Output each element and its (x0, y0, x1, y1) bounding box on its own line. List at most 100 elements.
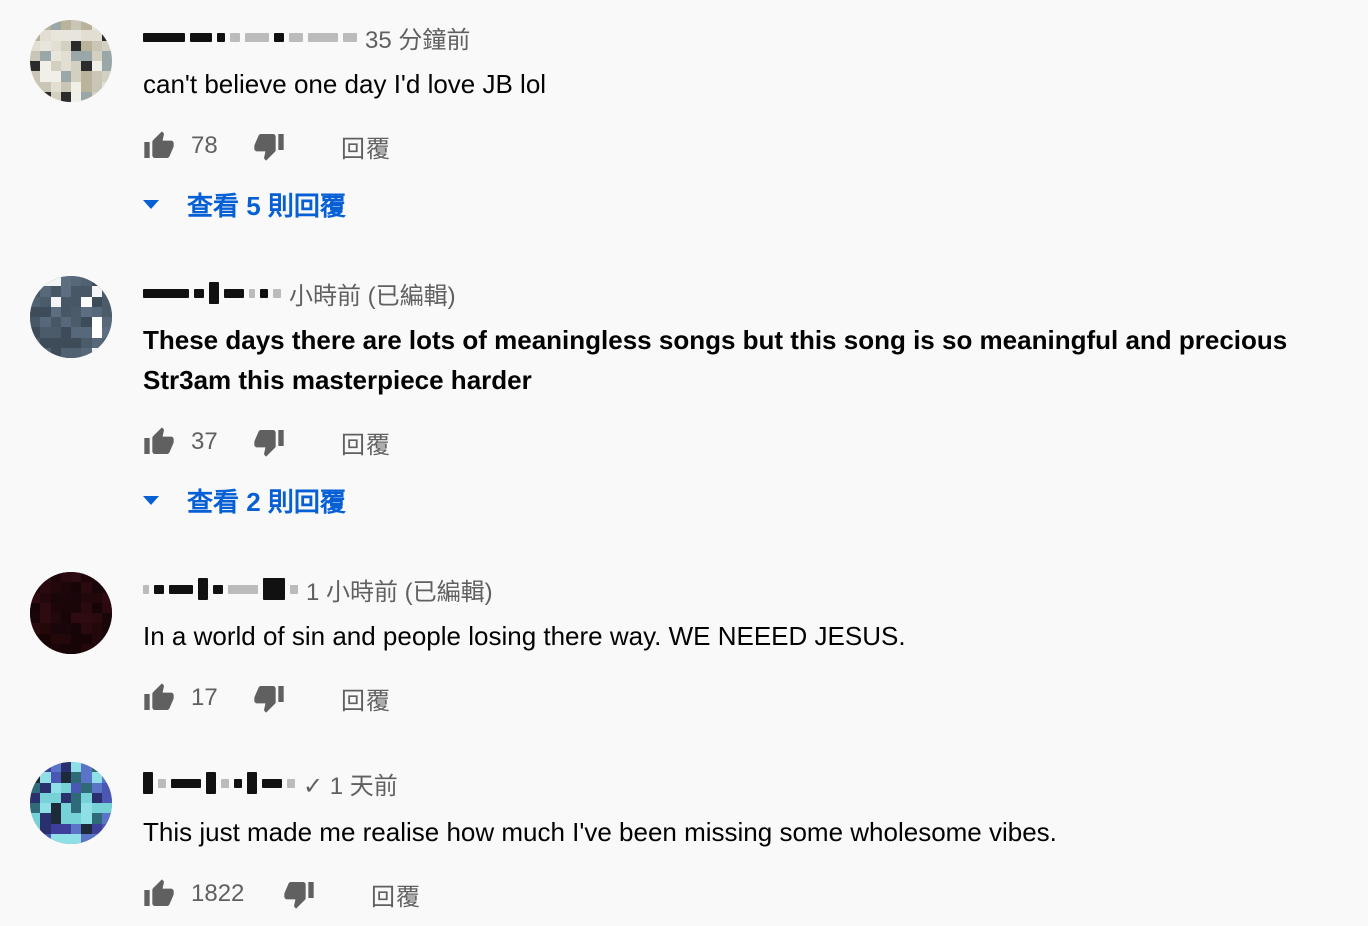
avatar-pixel (91, 623, 102, 634)
comment-header: ✓ 1 天前 (143, 766, 398, 801)
author-name[interactable] (143, 32, 357, 42)
avatar-pixel (81, 20, 92, 31)
avatar-pixel (50, 813, 61, 824)
avatar-pixel (91, 81, 102, 92)
avatar-pixel (81, 327, 92, 338)
comment-text: can't believe one day I'd love JB lol (143, 69, 547, 99)
avatar-pixel (30, 347, 41, 358)
avatar-pixel (50, 327, 61, 338)
avatar-pixel (91, 296, 102, 307)
dislike-button[interactable] (253, 130, 285, 162)
author-name[interactable] (143, 578, 298, 600)
avatar-pixel (101, 602, 112, 613)
avatar-pixel (60, 792, 71, 803)
avatar-pixel (81, 347, 92, 358)
avatar-pixel (60, 296, 71, 307)
like-button[interactable] (143, 682, 175, 714)
avatar-pixel (30, 602, 41, 613)
avatar-pixel (40, 276, 51, 287)
avatar-pixel (30, 592, 41, 603)
view-replies-button[interactable]: 查看 2 則回覆 (143, 482, 346, 518)
avatar-pixel (60, 602, 71, 613)
avatar-pixel (81, 286, 92, 297)
avatar-pixel (40, 762, 51, 773)
avatar-pixel (91, 347, 102, 358)
avatar-pixel (91, 317, 102, 328)
avatar-pixel (40, 296, 51, 307)
dislike-button[interactable] (253, 682, 285, 714)
like-button[interactable] (143, 130, 175, 162)
avatar-pixel (60, 327, 71, 338)
avatar[interactable] (30, 20, 112, 102)
avatar[interactable] (30, 276, 112, 358)
avatar-pixel (71, 337, 82, 348)
avatar-pixel (50, 20, 61, 31)
avatar-pixel (50, 833, 61, 844)
avatar-pixel (91, 823, 102, 834)
like-button[interactable] (143, 426, 175, 458)
dislike-button[interactable] (253, 426, 285, 458)
avatar-pixel (40, 347, 51, 358)
avatar-pixel (81, 792, 92, 803)
avatar-pixel (30, 327, 41, 338)
avatar-pixel (101, 276, 112, 287)
author-name[interactable] (143, 772, 295, 794)
avatar[interactable] (30, 572, 112, 654)
avatar-pixel (40, 81, 51, 92)
avatar-pixel (60, 803, 71, 814)
avatar-pixel (91, 50, 102, 61)
comment-actions: 37 回覆 (143, 424, 391, 460)
comment-timestamp[interactable]: ✓ 1 天前 (303, 766, 398, 801)
avatar-pixel (81, 30, 92, 41)
avatar-pixel (60, 50, 71, 61)
avatar-pixel (81, 803, 92, 814)
avatar-pixel (101, 20, 112, 31)
avatar-pixel (71, 30, 82, 41)
like-button[interactable] (143, 878, 175, 910)
avatar-pixel (101, 347, 112, 358)
avatar-pixel (71, 813, 82, 824)
avatar-pixel (50, 30, 61, 41)
reply-button[interactable]: 回覆 (341, 425, 391, 460)
avatar-pixel (71, 572, 82, 583)
view-replies-button[interactable]: 查看 5 則回覆 (143, 186, 346, 222)
comment-timestamp[interactable]: 1 小時前 (已編輯) (306, 572, 493, 607)
avatar-pixel (91, 613, 102, 624)
avatar-pixel (40, 813, 51, 824)
avatar-pixel (101, 782, 112, 793)
avatar-pixel (30, 643, 41, 654)
author-name[interactable] (143, 282, 281, 304)
reply-button[interactable]: 回覆 (341, 681, 391, 716)
avatar-pixel (40, 30, 51, 41)
avatar-pixel (71, 782, 82, 793)
avatar-pixel (81, 337, 92, 348)
avatar-pixel (101, 643, 112, 654)
avatar-pixel (30, 30, 41, 41)
avatar-pixel (30, 276, 41, 287)
reply-button[interactable]: 回覆 (371, 877, 421, 912)
avatar[interactable] (30, 762, 112, 844)
avatar-pixel (60, 306, 71, 317)
avatar-pixel (101, 337, 112, 348)
avatar-pixel (40, 803, 51, 814)
thumb-up-icon (144, 683, 174, 710)
avatar-pixel (81, 782, 92, 793)
dislike-button[interactable] (283, 878, 315, 910)
avatar-pixel (91, 91, 102, 102)
avatar-pixel (101, 813, 112, 824)
avatar-pixel (60, 572, 71, 583)
comment-timestamp[interactable]: 35 分鐘前 (365, 20, 470, 55)
comment-timestamp[interactable]: 小時前 (已編輯) (289, 276, 456, 311)
avatar-pixel (101, 30, 112, 41)
comment-text: In a world of sin and people losing ther… (143, 621, 906, 651)
avatar-pixel (101, 71, 112, 82)
avatar-pixel (40, 572, 51, 583)
avatar-pixel (30, 833, 41, 844)
avatar-pixel (101, 803, 112, 814)
avatar-pixel (101, 317, 112, 328)
reply-button[interactable]: 回覆 (341, 129, 391, 164)
avatar-pixel (40, 823, 51, 834)
avatar-pixel (50, 317, 61, 328)
avatar-pixel (101, 623, 112, 634)
avatar-pixel (91, 643, 102, 654)
